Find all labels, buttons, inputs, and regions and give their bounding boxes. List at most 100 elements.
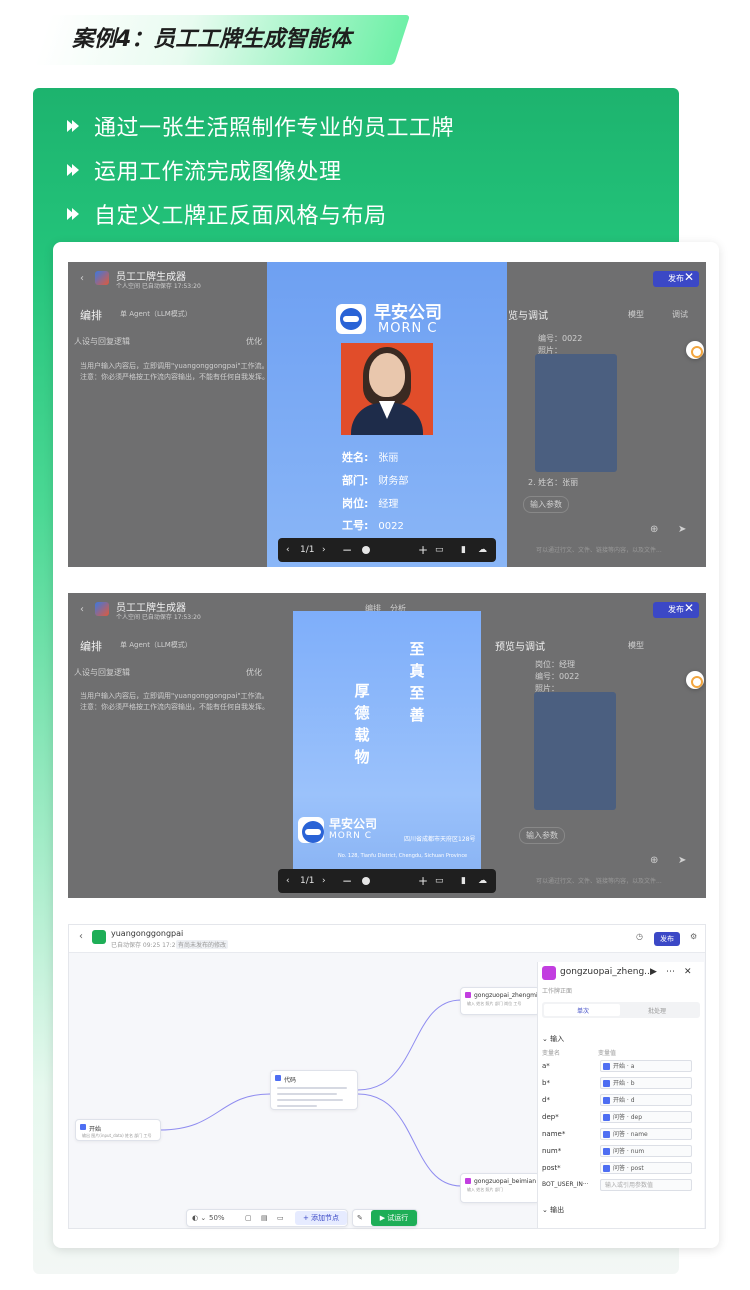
close-icon[interactable]: ✕ [684, 601, 694, 615]
page-title: 案例4：员工工牌生成智能体 [72, 27, 352, 52]
input-params-button[interactable]: 输入参数 [519, 827, 565, 844]
persona-text: 注意：你必须严格按工作流内容输出，不能有任何自我发挥。 [80, 703, 269, 711]
app-icon [95, 602, 109, 616]
edit-icon[interactable]: ✎ [357, 1214, 363, 1222]
row-value-field[interactable]: 开始 · b [600, 1077, 692, 1089]
tab-batch[interactable]: 批处理 [648, 1006, 666, 1015]
download-icon[interactable]: ☁ [478, 869, 487, 893]
zoom-out-icon[interactable]: − [342, 538, 352, 562]
output-section: ⌄ 输出 [542, 1206, 565, 1214]
arrange-label: 编排 [80, 309, 102, 322]
debug-button[interactable]: 调试 [672, 309, 688, 320]
arrange-label: 编排 [80, 640, 102, 653]
panel-title: gongzuopai_zheng... [560, 967, 653, 977]
row-name: post* [542, 1164, 561, 1172]
persona-label: 人设与回复逻辑 [74, 337, 130, 346]
bot-user-label: BOT_USER_IN··· [542, 1181, 589, 1188]
unpublished-badge: 有尚未发布的修改 [176, 940, 229, 949]
row-value-field[interactable]: 问答 · name [600, 1128, 692, 1140]
optimize-button[interactable]: 优化 [246, 336, 262, 347]
double-arrow-icon [66, 118, 82, 134]
run-node-icon[interactable]: ▶ [650, 967, 657, 977]
company-name: 早安公司 [374, 303, 442, 323]
add-icon[interactable]: ⊕ [650, 855, 658, 866]
back-icon[interactable]: ‹ [80, 604, 84, 615]
app-meta: 个人空间 已自动保存 17:53:20 [116, 283, 201, 290]
zoom-in-icon[interactable]: + [418, 538, 428, 562]
fit-icon[interactable]: ▭ [435, 869, 444, 893]
chat-hint: 可以通过行文、文件、链接等内容，以及文件... [536, 547, 662, 554]
address-en: No. 128, Tianfu District, Chengdu, Sichu… [338, 853, 468, 859]
node-code[interactable]: 代码 [270, 1070, 358, 1110]
add-icon[interactable]: ⊕ [650, 524, 658, 535]
page-indicator: 1/1 [300, 545, 315, 555]
row-value-field[interactable]: 开始 · a [600, 1060, 692, 1072]
prev-page-button[interactable]: ‹ [286, 538, 290, 562]
feature-item: 运用工作流完成图像处理 [66, 148, 454, 192]
node-front[interactable]: gongzuopai_zhengmian 输入 姓名 照片 部门 岗位 工号 [460, 987, 545, 1015]
send-icon[interactable]: ➤ [678, 524, 686, 535]
copy-icon[interactable]: ▮ [461, 869, 466, 893]
image-viewer-toolbar: ‹ 1/1 › − + ▭ ▮ ☁ [278, 869, 496, 893]
next-page-button[interactable]: › [322, 869, 326, 893]
node-back[interactable]: gongzuopai_beimian 输入 姓名 照片 部门 [460, 1173, 540, 1203]
row-value-field[interactable]: 问答 · dep [600, 1111, 692, 1123]
row-value-field[interactable]: 问答 · num [600, 1145, 692, 1157]
zoom-in-icon[interactable]: + [418, 869, 428, 893]
company-logo-icon [336, 304, 366, 334]
company-logo-icon [298, 817, 324, 843]
zoom-slider[interactable] [362, 546, 370, 554]
col-value: 变量值 [598, 1050, 617, 1057]
settings-icon[interactable]: ⚙ [690, 932, 697, 941]
name-field: 姓名: 张丽 [342, 451, 399, 464]
model-select[interactable]: 模型 [628, 640, 644, 651]
assistant-orb-icon[interactable] [686, 341, 704, 359]
send-icon[interactable]: ➤ [678, 855, 686, 866]
back-icon[interactable]: ‹ [80, 273, 84, 284]
persona-label: 人设与回复逻辑 [74, 668, 130, 677]
comment-icon[interactable]: ▢ [245, 1214, 252, 1222]
zoom-out-icon[interactable]: − [342, 869, 352, 893]
mouse-mode-icon[interactable]: ◐ ⌄ [192, 1214, 206, 1222]
fit-icon[interactable]: ▭ [435, 538, 444, 562]
zoom-slider[interactable] [362, 877, 370, 885]
run-test-button[interactable]: ▶ 试运行 [371, 1210, 417, 1226]
post-line: 岗位：经理 [535, 660, 575, 669]
layout-icon[interactable]: ▭ [277, 1214, 284, 1222]
node-start[interactable]: 开始 输出 图片(input_data) 姓名 部门 工号 [75, 1119, 161, 1141]
optimize-button[interactable]: 优化 [246, 667, 262, 678]
zoom-select[interactable]: 50% [209, 1214, 225, 1222]
download-icon[interactable]: ☁ [478, 538, 487, 562]
close-icon[interactable]: ✕ [684, 270, 694, 284]
publish-button[interactable]: 发布 [654, 932, 680, 946]
assistant-orb-icon[interactable] [686, 671, 704, 689]
row-value-field[interactable]: 问答 · post [600, 1162, 692, 1174]
history-icon[interactable]: ◷ [636, 932, 643, 941]
preview-label: 预览与调试 [495, 642, 545, 653]
row-value-field[interactable]: 开始 · d [600, 1094, 692, 1106]
minimap-icon[interactable]: ▤ [261, 1214, 268, 1222]
row-name: b* [542, 1079, 550, 1087]
mode-select[interactable]: 单 Agent（LLM模式） [120, 309, 192, 319]
back-icon[interactable]: ‹ [79, 931, 83, 942]
input-params-button[interactable]: 输入参数 [523, 496, 569, 513]
row-name: num* [542, 1147, 562, 1155]
close-icon[interactable]: ✕ [684, 967, 692, 977]
bot-user-input[interactable]: 输入或引用参数值 [600, 1179, 692, 1191]
more-icon[interactable]: ⋯ [666, 967, 675, 977]
image-viewer-toolbar: ‹ 1/1 › − + ▭ ▮ ☁ [278, 538, 496, 562]
node-config-panel: gongzuopai_zheng... ▶ ⋯ ✕ 工作牌正面 单次 批处理 ⌄… [537, 962, 704, 1228]
tab-single[interactable]: 单次 [544, 1004, 620, 1016]
mode-select[interactable]: 单 Agent（LLM模式） [120, 640, 192, 650]
prev-page-button[interactable]: ‹ [286, 869, 290, 893]
company-name-en: MORN C [329, 831, 372, 841]
double-arrow-icon [66, 162, 82, 178]
add-node-button[interactable]: + 添加节点 [295, 1211, 347, 1225]
emp-no-line: 编号：0022 [538, 334, 583, 343]
workflow-title: yuangonggongpai [111, 929, 184, 938]
preview-label: 览与调试 [508, 311, 548, 322]
model-select[interactable]: 模型 [628, 309, 644, 320]
card-thumbnail [535, 354, 617, 472]
copy-icon[interactable]: ▮ [461, 538, 466, 562]
next-page-button[interactable]: › [322, 538, 326, 562]
